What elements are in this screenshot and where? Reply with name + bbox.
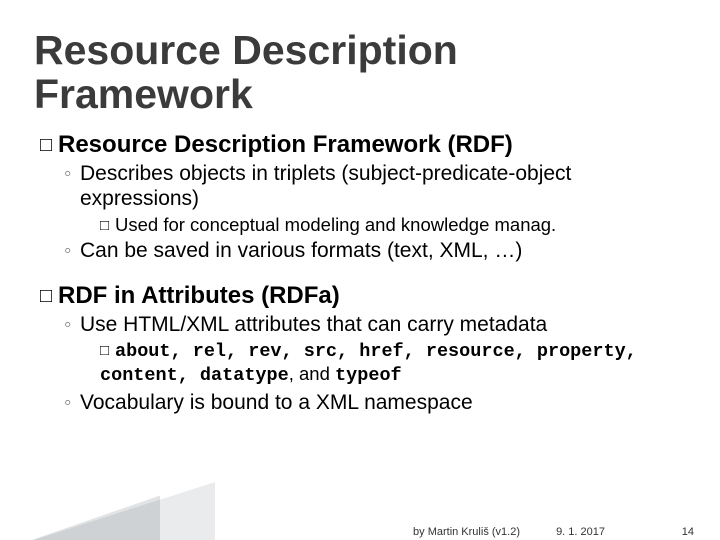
footer-page-number: 14	[682, 526, 694, 538]
square-bullet-icon: □	[100, 217, 115, 235]
bullet-text: Describes objects in triplets (subject-p…	[80, 161, 686, 212]
heading-text: RDF in Attributes (RDFa)	[58, 282, 340, 309]
section-heading-rdf: □Resource Description Framework (RDF)	[40, 131, 686, 159]
code-attribute-typeof: typeof	[335, 365, 402, 386]
footer-date: 9. 1. 2017	[556, 526, 605, 538]
section-heading-rdfa: □RDF in Attributes (RDFa)	[40, 282, 686, 310]
bullet-text: Use HTML/XML attributes that can carry m…	[80, 312, 686, 338]
slide-body: □Resource Description Framework (RDF) ◦ …	[40, 131, 686, 416]
circle-bullet-icon: ◦	[64, 390, 80, 416]
bullet-item: ◦ Describes objects in triplets (subject…	[64, 161, 686, 212]
bullet-item: ◦ Vocabulary is bound to a XML namespace	[64, 390, 686, 416]
bullet-text: Vocabulary is bound to a XML namespace	[80, 390, 686, 416]
square-bullet-icon: □	[100, 342, 115, 360]
square-bullet-icon: □	[40, 285, 58, 308]
circle-bullet-icon: ◦	[64, 312, 80, 338]
sub-bullet-item: □Used for conceptual modeling and knowle…	[100, 214, 686, 236]
sub-bullet-text: Used for conceptual modeling and knowled…	[115, 214, 556, 235]
heading-text: Resource Description Framework (RDF)	[58, 131, 513, 158]
slide: Resource Description Framework □Resource…	[0, 0, 720, 540]
square-bullet-icon: □	[40, 134, 58, 157]
sub-bullet-item: □about, rel, rev, src, href, resource, p…	[100, 339, 686, 387]
bullet-text: Can be saved in various formats (text, X…	[80, 238, 686, 264]
bullet-item: ◦ Can be saved in various formats (text,…	[64, 238, 686, 264]
bullet-item: ◦ Use HTML/XML attributes that can carry…	[64, 312, 686, 338]
sub-bullet-text: about, rel, rev, src, href, resource, pr…	[100, 339, 637, 384]
circle-bullet-icon: ◦	[64, 238, 80, 264]
decorative-triangle-icon	[0, 496, 160, 540]
slide-title: Resource Description Framework	[34, 28, 686, 117]
footer-byline: by Martin Kruliš (v1.2)	[413, 526, 520, 538]
circle-bullet-icon: ◦	[64, 161, 80, 187]
